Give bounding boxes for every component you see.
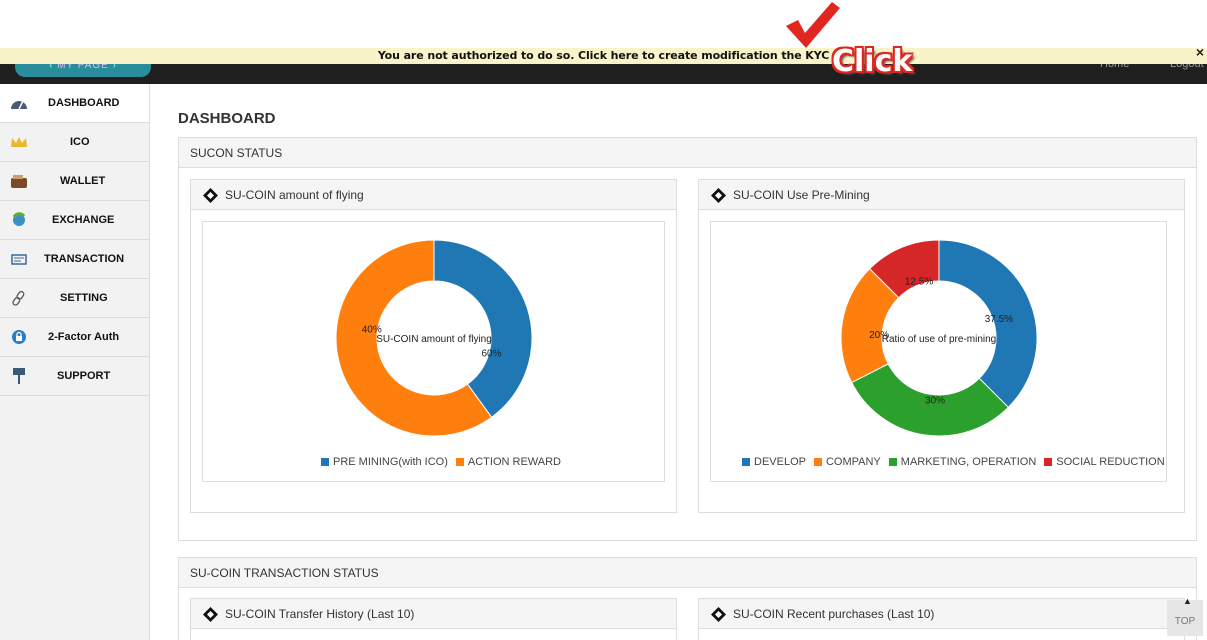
link-icon	[10, 290, 28, 306]
card-title: SU-COIN amount of flying	[225, 188, 364, 202]
legend-item[interactable]: SOCIAL REDUCTION	[1044, 456, 1165, 468]
sidebar-item-label: 2-Factor Auth	[48, 331, 120, 343]
legend-swatch	[1044, 458, 1053, 467]
sidebar-item-ico[interactable]: ICO	[0, 123, 149, 162]
transaction-icon	[10, 251, 28, 267]
slice-label: 30%	[925, 395, 945, 406]
page: ‹ MY PAGE › Home Logout You are not auth…	[0, 0, 1207, 640]
diamond-icon	[203, 607, 218, 622]
sidebar-item-label: SETTING	[60, 292, 108, 304]
legend-swatch	[742, 458, 750, 467]
kyc-notice-bar[interactable]: You are not authorized to do so. Click h…	[0, 48, 1207, 64]
sidebar-item-label: SUPPORT	[57, 370, 111, 382]
legend-label: MARKETING, OPERATION	[900, 456, 1037, 468]
legend-swatch	[888, 458, 897, 467]
panel-title: SU-COIN TRANSACTION STATUS	[179, 558, 1196, 588]
sidebar-item-2fa[interactable]: 2-Factor Auth	[0, 318, 149, 357]
click-annotation: Click	[832, 44, 913, 79]
sidebar-item-label: EXCHANGE	[52, 214, 115, 226]
legend-label: SOCIAL REDUCTION	[1056, 456, 1165, 468]
crown-icon	[10, 134, 28, 150]
sidebar-item-dashboard[interactable]: DASHBOARD	[0, 84, 149, 123]
legend-item[interactable]: ACTION REWARD	[455, 456, 561, 468]
chart-box-pre-mining: 37.5% 30% 20% 12.5% Ratio of use of pre-mini…	[710, 221, 1167, 482]
donut-chart-flying: 40%60%SU-COIN amount of flying	[335, 239, 533, 437]
arrow-up-icon: ▲	[1183, 596, 1192, 606]
chart-legend: PRE MINING(with ICO) ACTION REWARD	[321, 456, 561, 468]
diamond-icon	[711, 188, 726, 203]
legend-item[interactable]: PRE MINING(with ICO)	[321, 456, 448, 468]
legend-swatch	[321, 458, 329, 467]
sign-icon	[10, 368, 28, 384]
checkmark-icon	[786, 2, 840, 48]
top-label: TOP	[1174, 616, 1196, 627]
donut-center-label: SU-COIN amount of flying	[376, 334, 492, 345]
card-title: SU-COIN Use Pre-Mining	[733, 188, 870, 202]
speedometer-icon	[10, 95, 28, 111]
legend-item[interactable]: MARKETING, OPERATION	[888, 456, 1037, 468]
card-header: SU-COIN Transfer History (Last 10)	[191, 599, 676, 629]
legend-item[interactable]: COMPANY	[813, 456, 881, 468]
slice-label: 12.5%	[905, 277, 933, 288]
slice-label: 60%	[481, 348, 501, 359]
legend-label: DEVELOP	[754, 456, 806, 468]
sidebar-item-label: DASHBOARD	[48, 97, 120, 109]
sidebar: DASHBOARD ICO WALLET EXCHANGE TRANSACTIO…	[0, 84, 150, 640]
legend-label: COMPANY	[825, 456, 881, 468]
card-title: SU-COIN Recent purchases (Last 10)	[733, 607, 935, 621]
recent-purchases-card: SU-COIN Recent purchases (Last 10)	[698, 598, 1185, 640]
sidebar-item-label: WALLET	[60, 175, 106, 187]
legend-label: PRE MINING(with ICO)	[333, 456, 448, 468]
legend-item[interactable]: DEVELOP	[742, 456, 806, 468]
close-icon[interactable]: ×	[1196, 44, 1204, 60]
transfer-history-card: SU-COIN Transfer History (Last 10)	[190, 598, 677, 640]
donut-slice[interactable]	[433, 239, 533, 418]
sidebar-item-transaction[interactable]: TRANSACTION	[0, 240, 149, 279]
chart-legend: DEVELOP COMPANY MARKETING, OPERATION SOCIAL…	[742, 456, 1165, 468]
page-title: DASHBOARD	[178, 110, 276, 127]
exchange-icon	[10, 212, 28, 228]
kyc-notice-text[interactable]: You are not authorized to do so. Click h…	[378, 49, 829, 62]
card-title: SU-COIN Transfer History (Last 10)	[225, 607, 415, 621]
sidebar-item-label: ICO	[70, 136, 90, 148]
card-header: SU-COIN Use Pre-Mining	[699, 180, 1184, 210]
donut-chart-pre-mining: 37.5%30%20%12.5%Ratio of use of pre-mini…	[840, 239, 1038, 437]
wallet-icon	[10, 173, 28, 189]
sidebar-item-exchange[interactable]: EXCHANGE	[0, 201, 149, 240]
sidebar-item-setting[interactable]: SETTING	[0, 279, 149, 318]
card-header: SU-COIN amount of flying	[191, 180, 676, 210]
chart-box-flying: 40% 60% SU-COIN amount of flying PRE MININ…	[202, 221, 665, 482]
top-navbar	[0, 62, 1207, 84]
panel-title: SUCON STATUS	[179, 138, 1196, 168]
donut-center-label: Ratio of use of pre-mining	[882, 334, 997, 345]
sidebar-item-support[interactable]: SUPPORT	[0, 357, 149, 396]
sidebar-item-wallet[interactable]: WALLET	[0, 162, 149, 201]
legend-swatch	[455, 458, 464, 467]
diamond-icon	[203, 188, 218, 203]
diamond-icon	[711, 607, 726, 622]
legend-label: ACTION REWARD	[467, 456, 561, 468]
legend-swatch	[813, 458, 822, 467]
shield-icon	[10, 329, 28, 345]
slice-label: 37.5%	[985, 314, 1013, 325]
sidebar-item-label: TRANSACTION	[44, 253, 125, 265]
card-header: SU-COIN Recent purchases (Last 10)	[699, 599, 1184, 629]
